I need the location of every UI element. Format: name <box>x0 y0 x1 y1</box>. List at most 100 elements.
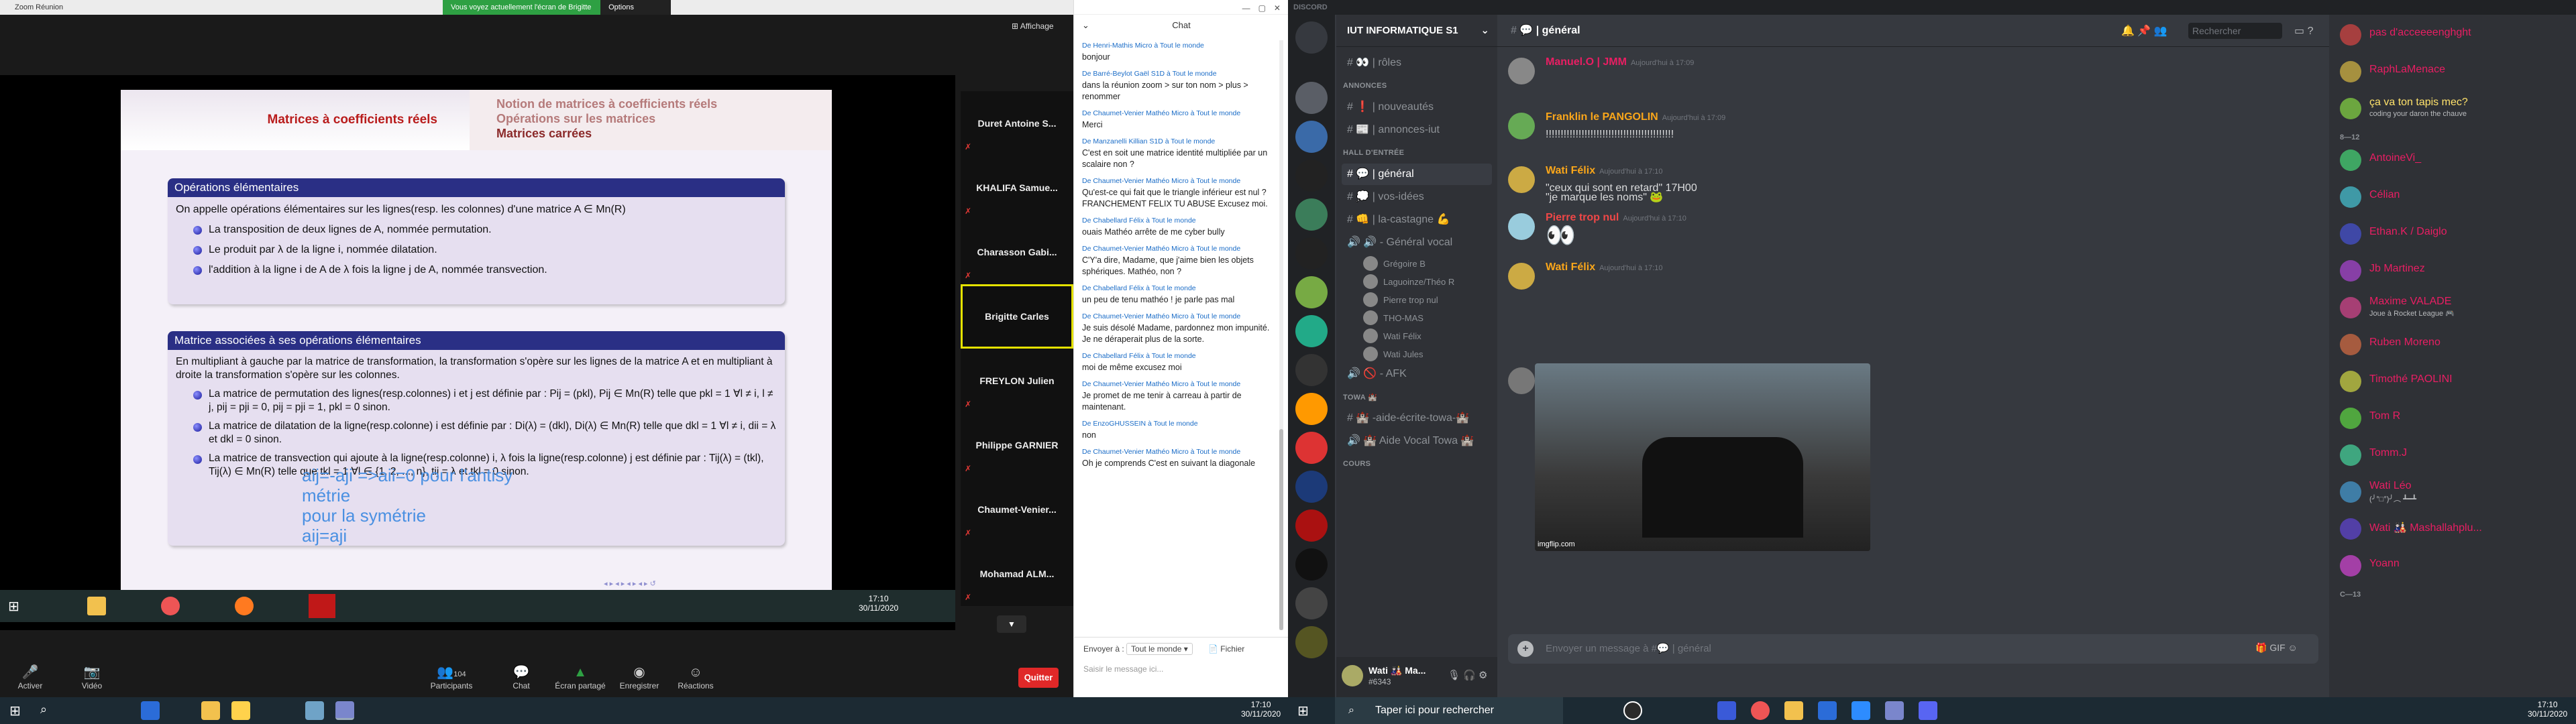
member-item[interactable]: Wati Léo (╯°□°)╯︵ ┻━┻ <box>2340 477 2568 507</box>
member-item[interactable]: AntoineVi_ <box>2340 145 2568 175</box>
channel-category[interactable]: COURS <box>1343 460 1371 468</box>
participant-tile[interactable]: Chaumet-Venier... ✗ <box>961 477 1073 542</box>
message-author[interactable]: Franklin le PANGOLIN Aujourd'hui à 17:09 <box>1546 111 1725 123</box>
avatar[interactable] <box>1508 113 1535 139</box>
gif-embed[interactable]: imgflip.com <box>1535 363 1870 551</box>
server-icon[interactable] <box>1295 393 1328 425</box>
participant-tile[interactable]: Mohamad ALM... ✗ <box>961 542 1073 606</box>
voice-user[interactable]: Wati Jules <box>1363 345 1423 363</box>
message-input[interactable]: Envoyer un message à #💬 | général <box>1508 634 2318 664</box>
record-button[interactable]: ◉ Enregistrer <box>609 650 669 690</box>
zoom-icon[interactable] <box>1851 701 1870 720</box>
participant-tile[interactable]: Charasson Gabi... ✗ <box>961 220 1073 284</box>
server-icon[interactable] <box>1295 198 1328 231</box>
server-icon[interactable] <box>1295 471 1328 503</box>
cortana-icon[interactable] <box>1623 701 1642 720</box>
voice-user[interactable]: Laguoinze/Théo R <box>1363 273 1454 290</box>
member-item[interactable]: Ruben Moreno <box>2340 330 2568 359</box>
participant-tile[interactable]: Philippe GARNIER ✗ <box>961 413 1073 477</box>
app-icon[interactable] <box>1885 701 1904 720</box>
recipient-select[interactable]: Tout le monde ▾ <box>1126 643 1193 655</box>
member-item[interactable]: Wati 🎎 Mashallahplu... <box>2340 514 2568 544</box>
folder-icon[interactable] <box>1784 701 1803 720</box>
channel-text[interactable]: # ❗ | nouveautés <box>1342 97 1492 118</box>
member-item[interactable]: ça va ton tapis mec? coding your daron th… <box>2340 94 2568 123</box>
server-icon[interactable] <box>1295 354 1328 386</box>
participant-tile[interactable]: KHALIFA Samue... ✗ <box>961 156 1073 220</box>
app-icon[interactable] <box>305 701 324 720</box>
member-item[interactable]: Yoann <box>2340 551 2568 581</box>
server-icon[interactable] <box>1295 626 1328 658</box>
member-item[interactable]: pas d'acceeeenghght <box>2340 20 2568 50</box>
server-header[interactable]: IUT INFORMATIQUE S1 ⌄ <box>1336 15 1497 47</box>
member-item[interactable]: Jb Martinez <box>2340 256 2568 286</box>
video-button[interactable]: 📷 Vidéo <box>62 650 122 690</box>
window-controls[interactable]: — ▢ ✕ <box>1242 2 1281 13</box>
voice-user[interactable]: Grégoire B <box>1363 255 1426 272</box>
windows-start-icon[interactable]: ⊞ <box>9 703 21 719</box>
member-item[interactable]: Tom R <box>2340 404 2568 433</box>
avatar[interactable] <box>1508 367 1535 394</box>
app-icon[interactable] <box>141 701 160 720</box>
channel-category[interactable]: ANNONCES <box>1343 82 1387 90</box>
channel-category[interactable]: TOWA 🏰 <box>1343 393 1377 402</box>
chrome-icon[interactable] <box>1751 701 1770 720</box>
view-button[interactable]: ⊞ Affichage <box>1012 21 1054 31</box>
folder-icon[interactable] <box>201 701 220 720</box>
quit-button[interactable]: Quitter <box>1018 668 1059 688</box>
store-icon[interactable] <box>231 701 250 720</box>
chat-button[interactable]: 💬 Chat <box>491 650 551 690</box>
server-icon[interactable] <box>1295 587 1328 619</box>
member-item[interactable]: Timothé PAOLINI <box>2340 367 2568 396</box>
app-icon[interactable] <box>1717 701 1736 720</box>
message-author[interactable]: Manuel.O | JMM Aujourd'hui à 17:09 <box>1546 56 1694 68</box>
member-item[interactable]: Tomm.J <box>2340 440 2568 470</box>
voice-user[interactable]: THO-MAS <box>1363 309 1424 326</box>
server-icon[interactable] <box>1295 82 1328 114</box>
participant-tile-active-speaker[interactable]: Brigitte Carles <box>961 284 1073 349</box>
server-icon[interactable] <box>1295 315 1328 347</box>
mic-button[interactable]: 🎤 Activer <box>0 650 60 690</box>
channel-voice[interactable]: 🔊 🔊 - Général vocal <box>1342 232 1492 253</box>
add-attachment-icon[interactable]: + <box>1517 641 1534 657</box>
channel-text[interactable]: # 👀 | rôles <box>1342 52 1492 74</box>
server-icon[interactable] <box>1295 121 1328 153</box>
member-item[interactable]: Célian <box>2340 182 2568 212</box>
zoom-taskbar-icon[interactable] <box>335 701 354 720</box>
taskbar-search-input[interactable]: ⌕ Taper ici pour rechercher <box>1335 697 1563 724</box>
channel-category[interactable]: HALL D'ENTRÉE <box>1343 149 1404 157</box>
app-icon[interactable] <box>1818 701 1837 720</box>
channel-text[interactable]: # 💭 | vos-idées <box>1342 186 1492 208</box>
message-author[interactable]: Wati Félix Aujourd'hui à 17:10 <box>1546 261 1663 274</box>
collapse-chevron-icon[interactable]: ⌄ <box>1082 20 1089 31</box>
avatar[interactable] <box>1342 665 1363 686</box>
discord-icon[interactable] <box>1919 701 1937 720</box>
participants-button[interactable]: 👥104 Participants <box>421 650 482 690</box>
server-icon[interactable] <box>1295 160 1328 192</box>
server-icon[interactable] <box>1295 432 1328 464</box>
view-options-button[interactable]: Options d'affichage <box>600 0 671 26</box>
message-author[interactable]: Wati Félix Aujourd'hui à 17:10 <box>1546 165 1663 177</box>
voice-user[interactable]: Pierre trop nul <box>1363 291 1438 308</box>
member-item[interactable]: Maxime VALADE Joue à Rocket League 🎮 <box>2340 293 2568 322</box>
channel-text[interactable]: # 💬 | général <box>1342 164 1492 185</box>
channel-voice[interactable]: 🔊 🚫 - AFK <box>1342 363 1492 385</box>
slide-nav-icons[interactable]: ◂ ▸ ◂ ▸ ◂ ▸ ◂ ▸ ↺ <box>604 579 656 588</box>
avatar[interactable] <box>1508 263 1535 290</box>
participant-tile[interactable]: FREYLON Julien ✗ <box>961 349 1073 413</box>
channel-voice[interactable]: 🔊 🏰 Aide Vocal Towa 🏰 <box>1342 430 1492 452</box>
server-icon[interactable] <box>1295 276 1328 308</box>
search-input[interactable]: Rechercher <box>2188 23 2282 39</box>
channel-text[interactable]: # 🏰 -aide-écrite-towa-🏰 <box>1342 408 1492 429</box>
header-icons[interactable]: 🔔 📌 👥 <box>2121 24 2167 38</box>
member-item[interactable]: Ethan.K / Daiglo <box>2340 219 2568 249</box>
file-button[interactable]: 📄 Fichier <box>1208 644 1244 654</box>
avatar[interactable] <box>1508 166 1535 193</box>
channel-text[interactable]: # 👊 | la-castagne 💪 <box>1342 209 1492 231</box>
search-icon[interactable]: ⌕ <box>40 703 47 717</box>
avatar[interactable] <box>1508 213 1535 240</box>
server-icon[interactable] <box>1295 509 1328 542</box>
reactions-button[interactable]: ☺ Réactions <box>665 650 726 690</box>
scroll-down-button[interactable]: ▼ <box>997 615 1026 633</box>
share-screen-button[interactable]: ▲ Écran partagé <box>550 650 610 690</box>
